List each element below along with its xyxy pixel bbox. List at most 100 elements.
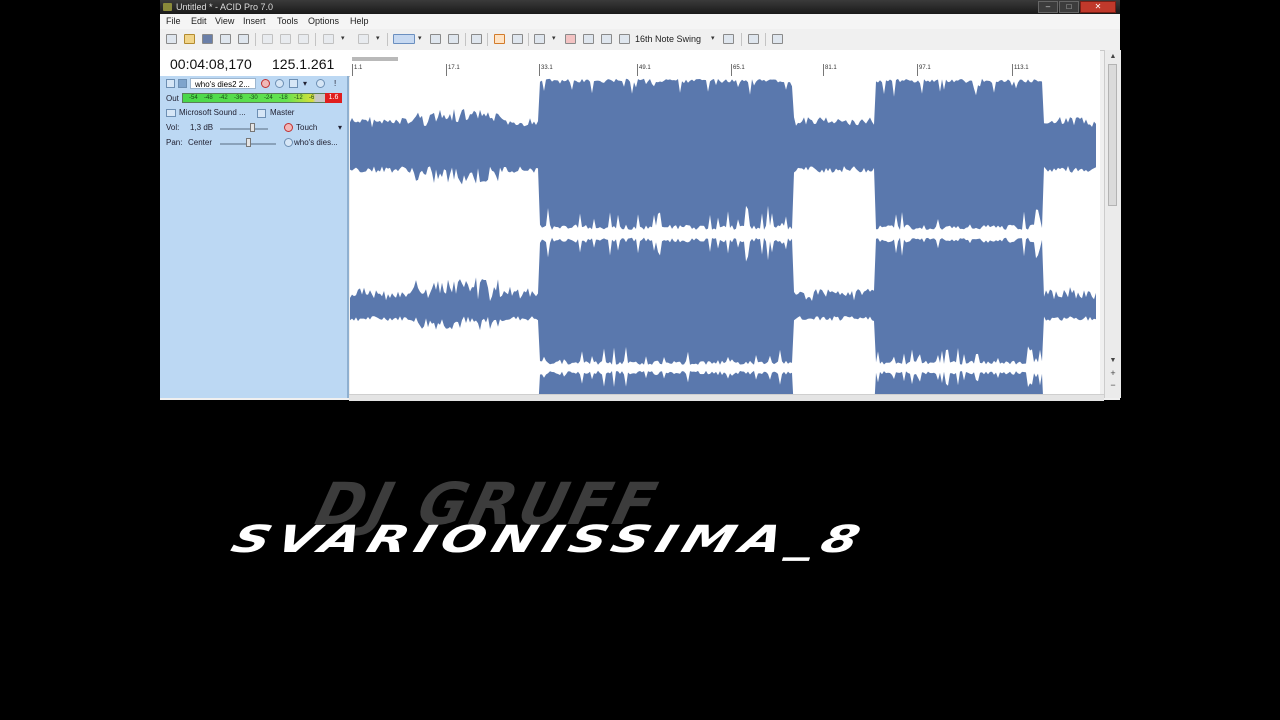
time-display: 00:04:08,170 125.1.261	[160, 50, 350, 76]
record-arm-icon[interactable]	[261, 79, 270, 88]
zoom-in-icon[interactable]: +	[1105, 368, 1121, 378]
fx-chain[interactable]: who's dies...	[294, 138, 338, 148]
solo-icon[interactable]: !	[334, 79, 336, 89]
redo-dropdown-icon[interactable]: ▾	[376, 34, 380, 42]
cut-icon[interactable]	[262, 34, 273, 44]
copy-icon[interactable]	[280, 34, 291, 44]
undo-icon[interactable]	[323, 34, 334, 44]
scroll-down-arrow-icon[interactable]: ▼	[1105, 356, 1121, 366]
vertical-scrollbar[interactable]: ▲ ▼ + −	[1104, 50, 1121, 398]
zoom-dropdown-icon[interactable]: ▾	[418, 34, 422, 42]
paint-dropdown-icon[interactable]: ▾	[552, 34, 556, 42]
toolbar-separator	[315, 33, 316, 46]
ruler-tick	[917, 64, 918, 76]
volume-label: Vol:	[166, 123, 180, 132]
snap-icon[interactable]	[448, 34, 459, 44]
pan-slider-thumb[interactable]	[245, 138, 251, 147]
track-header: who's dies2 2... ▾ ! Out -54 -48 -42 -36…	[160, 76, 349, 398]
output-device[interactable]: Microsoft Sound ...	[179, 108, 246, 118]
groove-selector[interactable]: 16th Note Swing	[635, 33, 701, 45]
scrollbar-thumb[interactable]	[1108, 64, 1117, 206]
groove-edit-icon[interactable]	[723, 34, 734, 44]
toolbar-separator	[765, 33, 766, 46]
select-tool-icon[interactable]	[512, 34, 523, 44]
ruler-marker: 33.1	[541, 65, 553, 71]
toolbar: ▾ ▾ ▾ ▾ 16th Note Swing ▾	[160, 29, 1120, 51]
volume-slider-thumb[interactable]	[250, 123, 256, 132]
fx-icon[interactable]	[289, 79, 298, 88]
undo-dropdown-icon[interactable]: ▾	[341, 34, 345, 42]
menu-options[interactable]: Options	[308, 14, 339, 29]
close-button[interactable]: ✕	[1080, 1, 1116, 13]
menu-file[interactable]: File	[166, 14, 181, 29]
ruler-tick	[823, 64, 824, 76]
new-project-icon[interactable]	[166, 34, 177, 44]
volume-slider[interactable]	[220, 128, 268, 130]
scroll-up-arrow-icon[interactable]: ▲	[1105, 52, 1121, 62]
time-code: 00:04:08,170	[170, 56, 252, 72]
window-title: Untitled * - ACID Pro 7.0	[176, 2, 274, 12]
track-menu-icon[interactable]: ▾	[303, 79, 307, 89]
mute-icon[interactable]	[316, 79, 325, 88]
envelope-tool-icon[interactable]	[583, 34, 594, 44]
fx-chain-icon	[284, 138, 293, 147]
help-pointer-icon[interactable]	[772, 34, 783, 44]
output-bus[interactable]: Master	[270, 108, 294, 118]
waveform-event[interactable]	[350, 24, 1100, 419]
track-list-icon[interactable]	[166, 79, 175, 88]
app-icon	[163, 3, 172, 11]
automation-mode-dropdown-icon[interactable]: ▾	[338, 123, 342, 133]
output-meter: -54 -48 -42 -36 -30 -24 -18 -12 -6	[182, 93, 342, 103]
open-folder-icon[interactable]	[184, 34, 195, 44]
video-title: SVARIONISSIMA_8	[225, 518, 873, 562]
timeline-ruler[interactable]: 1.1 17.1 33.1 49.1 65.1 81.1 97.1 113.1	[349, 50, 1100, 77]
menu-insert[interactable]: Insert	[243, 14, 266, 29]
redo-icon[interactable]	[358, 34, 369, 44]
menu-help[interactable]: Help	[350, 14, 369, 29]
properties-icon[interactable]	[238, 34, 249, 44]
refresh-icon[interactable]	[748, 34, 759, 44]
volume-value: 1,3 dB	[190, 123, 214, 132]
menu-tools[interactable]: Tools	[277, 14, 298, 29]
out-label: Out	[166, 94, 179, 103]
zoom-tool-icon[interactable]	[393, 34, 415, 44]
erase-tool-icon[interactable]	[565, 34, 576, 44]
save-icon[interactable]	[202, 34, 213, 44]
peak-indicator[interactable]: 1.6	[325, 93, 342, 103]
draw-tool-icon[interactable]	[494, 34, 505, 44]
ruler-marker: 49.1	[639, 65, 651, 71]
minimize-button[interactable]: –	[1038, 1, 1058, 13]
render-icon[interactable]	[220, 34, 231, 44]
automation-mode[interactable]: Touch	[296, 123, 317, 133]
paint-tool-icon[interactable]	[534, 34, 545, 44]
ruler-marker: 17.1	[448, 65, 460, 71]
maximize-button[interactable]: □	[1059, 1, 1079, 13]
ruler-tick	[637, 64, 638, 76]
paste-icon[interactable]	[298, 34, 309, 44]
loop-region-icon[interactable]	[471, 34, 482, 44]
ruler-tick	[352, 64, 353, 76]
meter-tick: -54	[189, 95, 198, 101]
ruler-marker: 97.1	[919, 65, 931, 71]
title-bar: Untitled * - ACID Pro 7.0 – □ ✕	[160, 0, 1120, 14]
menu-edit[interactable]: Edit	[191, 14, 207, 29]
horizontal-scrollbar[interactable]	[349, 394, 1104, 401]
menu-bar: File Edit View Insert Tools Options Help	[160, 14, 1120, 29]
envelope-icon[interactable]	[430, 34, 441, 44]
waveform-area[interactable]	[350, 24, 1100, 419]
beat-position: 125.1.261	[272, 56, 335, 72]
ruler-tick	[731, 64, 732, 76]
track-type-icon[interactable]	[178, 79, 187, 88]
toolbar-separator	[741, 33, 742, 46]
loop-region-bar[interactable]	[352, 57, 398, 61]
toolbar-separator	[528, 33, 529, 46]
zoom-out-icon[interactable]: −	[1105, 380, 1121, 390]
split-tool-icon[interactable]	[601, 34, 612, 44]
track-name[interactable]: who's dies2 2...	[190, 78, 256, 89]
groove-icon[interactable]	[619, 34, 630, 44]
meter-tick: -42	[219, 95, 228, 101]
menu-view[interactable]: View	[215, 14, 234, 29]
touch-mode-icon	[284, 123, 293, 132]
groove-dropdown-icon[interactable]: ▾	[711, 34, 715, 42]
automation-icon[interactable]	[275, 79, 284, 88]
